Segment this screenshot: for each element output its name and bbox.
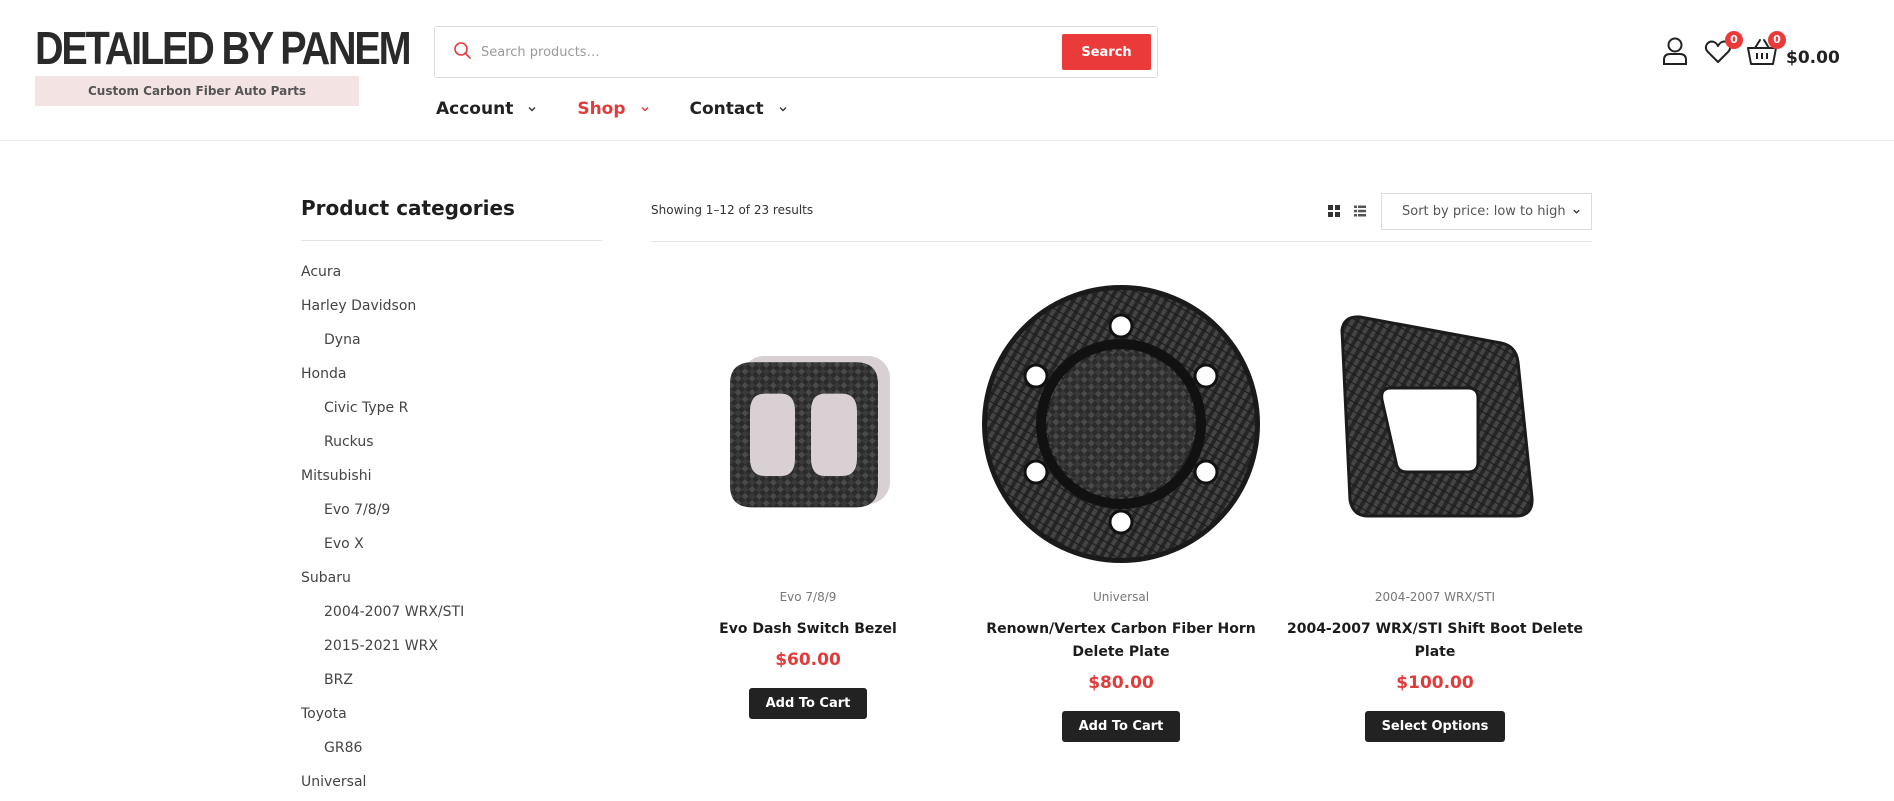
chevron-down-icon	[1572, 209, 1580, 214]
category-link-dyna[interactable]: Dyna	[301, 331, 602, 365]
category-link-evo-789[interactable]: Evo 7/8/9	[301, 501, 602, 535]
category-link-civic-type-r[interactable]: Civic Type R	[301, 399, 602, 433]
chevron-down-icon	[779, 107, 787, 112]
sort-select[interactable]: Sort by price: low to high	[1381, 193, 1592, 230]
product-category[interactable]: Evo 7/8/9	[651, 590, 965, 604]
product-price: $100.00	[1396, 673, 1474, 693]
nav-item-label: Shop	[577, 99, 626, 119]
account-link[interactable]	[1662, 36, 1688, 70]
grid-view-icon[interactable]	[1327, 204, 1341, 218]
product-image[interactable]	[651, 270, 965, 590]
logo-tagline: Custom Carbon Fiber Auto Parts	[35, 76, 359, 106]
add-to-cart-button[interactable]: Add To Cart	[748, 688, 868, 719]
nav-item-label: Account	[436, 99, 514, 119]
product-card: Evo 7/8/9 Evo Dash Switch Bezel $60.00 A…	[651, 270, 965, 719]
select-options-button[interactable]: Select Options	[1364, 711, 1506, 742]
product-card: 2004-2007 WRX/STI 2004-2007 WRX/STI Shif…	[1278, 270, 1592, 742]
main-nav: Account Shop Contact	[436, 97, 828, 121]
product-title[interactable]: Evo Dash Switch Bezel	[651, 618, 965, 641]
category-link-harley-davidson[interactable]: Harley Davidson	[301, 297, 602, 331]
site-header: DETAILED BY PANEM Custom Carbon Fiber Au…	[0, 0, 1894, 141]
product-category[interactable]: Universal	[964, 590, 1278, 604]
category-link-2004-2007-wrx-sti[interactable]: 2004-2007 WRX/STI	[301, 603, 602, 637]
category-link-universal[interactable]: Universal	[301, 773, 602, 801]
cart-count-badge: 0	[1768, 31, 1786, 49]
product-title[interactable]: 2004-2007 WRX/STI Shift Boot Delete Plat…	[1278, 618, 1592, 664]
cart-link[interactable]: 0	[1747, 31, 1786, 70]
product-price: $60.00	[775, 650, 841, 670]
category-link-toyota[interactable]: Toyota	[301, 705, 602, 739]
nav-item-shop[interactable]: Shop	[577, 97, 649, 121]
search-icon	[454, 42, 471, 59]
product-image-link[interactable]	[964, 270, 1278, 590]
product-categories-sidebar: Product categories Acura Harley Davidson…	[301, 196, 602, 801]
chevron-down-icon	[641, 107, 649, 112]
product-image-link[interactable]	[651, 270, 965, 590]
category-link-gr86[interactable]: GR86	[301, 739, 602, 773]
wishlist-link[interactable]: 0	[1704, 31, 1743, 70]
product-image[interactable]	[964, 270, 1278, 590]
product-card: Universal Renown/Vertex Carbon Fiber Hor…	[964, 270, 1278, 742]
category-link-subaru[interactable]: Subaru	[301, 569, 602, 603]
product-image[interactable]	[1278, 270, 1592, 590]
search-bar: Search	[434, 26, 1158, 78]
add-to-cart-button[interactable]: Add To Cart	[1061, 711, 1181, 742]
result-count: Showing 1–12 of 23 results	[651, 203, 814, 217]
nav-item-contact[interactable]: Contact	[690, 97, 788, 121]
category-link-brz[interactable]: BRZ	[301, 671, 602, 705]
product-category[interactable]: 2004-2007 WRX/STI	[1278, 590, 1592, 604]
nav-item-account[interactable]: Account	[436, 97, 537, 121]
logo-title[interactable]: DETAILED BY PANEM	[35, 22, 412, 74]
product-title[interactable]: Renown/Vertex Carbon Fiber Horn Delete P…	[964, 618, 1278, 664]
category-link-2015-2021-wrx[interactable]: 2015-2021 WRX	[301, 637, 602, 671]
category-link-ruckus[interactable]: Ruckus	[301, 433, 602, 467]
sort-select-label: Sort by price: low to high	[1402, 204, 1566, 219]
category-link-acura[interactable]: Acura	[301, 263, 602, 297]
list-view-icon[interactable]	[1353, 204, 1367, 218]
product-price: $80.00	[1088, 673, 1154, 693]
category-link-honda[interactable]: Honda	[301, 365, 602, 399]
user-icon[interactable]	[1662, 36, 1688, 66]
product-image-link[interactable]	[1278, 270, 1592, 590]
divider	[651, 241, 1592, 242]
nav-item-label: Contact	[689, 99, 764, 119]
category-link-evo-x[interactable]: Evo X	[301, 535, 602, 569]
search-input[interactable]	[477, 37, 1077, 67]
cart-total[interactable]: $0.00	[1786, 48, 1840, 68]
wishlist-count-badge: 0	[1725, 31, 1743, 49]
chevron-down-icon	[528, 107, 536, 112]
logo[interactable]: DETAILED BY PANEM Custom Carbon Fiber Au…	[35, 22, 412, 106]
search-button[interactable]: Search	[1062, 34, 1151, 70]
divider	[301, 240, 602, 241]
category-link-mitsubishi[interactable]: Mitsubishi	[301, 467, 602, 501]
sidebar-title: Product categories	[301, 196, 515, 220]
category-list: Acura Harley Davidson Dyna Honda Civic T…	[301, 263, 602, 801]
